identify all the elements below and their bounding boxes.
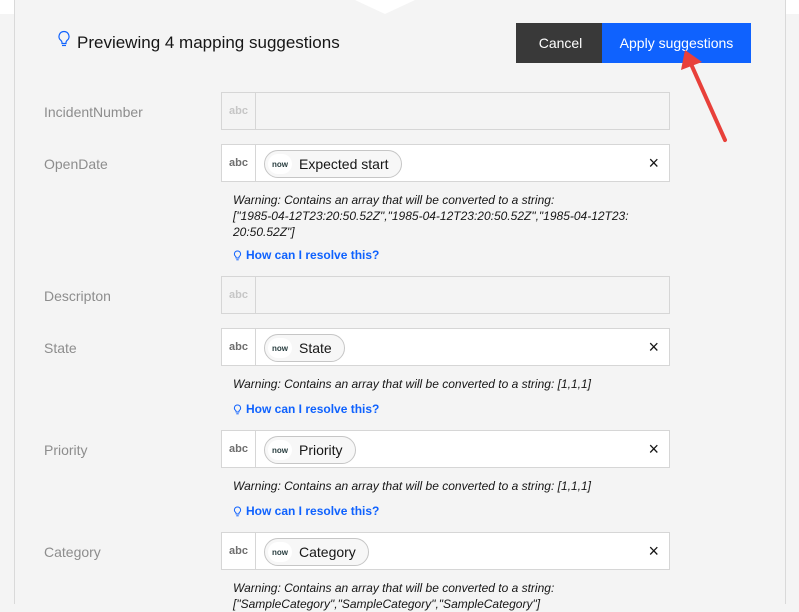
lightbulb-icon [233,505,242,516]
warning-text: Warning: Contains an array that will be … [233,581,555,611]
servicenow-logo-icon: now [268,542,292,562]
mapping-target-field[interactable]: abc now State × [221,328,670,366]
field-label: IncidentNumber [44,104,143,120]
chip-label: Priority [299,442,343,458]
warning-text: Warning: Contains an array that will be … [233,377,591,391]
type-tag: abc [222,277,256,313]
type-tag: abc [222,533,256,569]
page-title: Previewing 4 mapping suggestions [77,33,340,52]
popover-notch [355,0,415,14]
type-tag: abc [222,145,256,181]
suggestion-chip[interactable]: now Category [264,538,369,566]
help-link[interactable]: How can I resolve this? [233,504,379,518]
annotation-arrow [681,50,727,142]
close-icon[interactable]: × [648,541,659,561]
field-label: OpenDate [44,156,108,172]
lightbulb-icon [233,403,242,414]
panel-header: Previewing 4 mapping suggestions Cancel … [15,14,785,74]
type-tag: abc [222,329,256,365]
help-link[interactable]: How can I resolve this? [233,248,379,262]
type-tag: abc [222,431,256,467]
mapping-panel: Previewing 4 mapping suggestions Cancel … [14,0,786,611]
mapping-target-field[interactable]: abc [221,92,670,130]
servicenow-logo-icon: now [268,154,292,174]
lightbulb-icon [58,30,70,47]
field-label: Descripton [44,288,111,304]
warning-text: Warning: Contains an array that will be … [233,193,629,239]
chip-label: Category [299,544,356,560]
chip-label: Expected start [299,156,389,172]
help-link[interactable]: How can I resolve this? [233,402,379,416]
suggestion-chip[interactable]: now Priority [264,436,356,464]
mapping-target-field[interactable]: abc now Category × [221,532,670,570]
mapping-target-field[interactable]: abc [221,276,670,314]
chip-label: State [299,340,332,356]
servicenow-logo-icon: now [268,440,292,460]
field-label: State [44,340,77,356]
cancel-button[interactable]: Cancel [516,23,605,63]
warning-text: Warning: Contains an array that will be … [233,479,591,493]
field-label: Priority [44,442,88,458]
type-tag: abc [222,93,256,129]
suggestion-chip[interactable]: now Expected start [264,150,402,178]
lightbulb-icon [233,249,242,260]
close-icon[interactable]: × [648,153,659,173]
close-icon[interactable]: × [648,439,659,459]
suggestion-chip[interactable]: now State [264,334,345,362]
close-icon[interactable]: × [648,337,659,357]
mapping-target-field[interactable]: abc now Expected start × [221,144,670,182]
servicenow-logo-icon: now [268,338,292,358]
field-label: Category [44,544,101,560]
mapping-target-field[interactable]: abc now Priority × [221,430,670,468]
